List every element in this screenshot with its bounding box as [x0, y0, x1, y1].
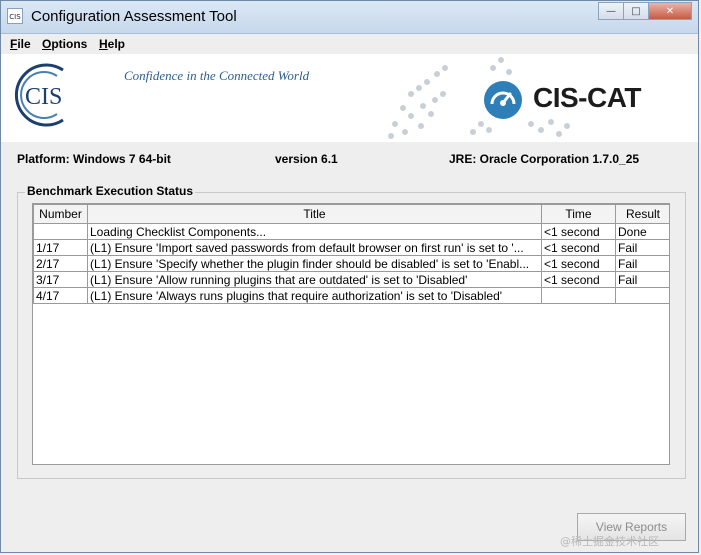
cell-result: Fail	[615, 239, 669, 256]
cis-logo: CIS	[14, 63, 64, 127]
jre-label: JRE: Oracle Corporation 1.7.0_25	[449, 152, 640, 166]
banner: CIS Confidence in the Connected World CI…	[1, 54, 698, 142]
cell-result: Fail	[615, 255, 669, 272]
menu-help-mnemonic: H	[99, 37, 108, 51]
column-header-result[interactable]: Result	[615, 204, 669, 224]
menu-help[interactable]: Help	[99, 37, 125, 51]
cell-title: (L1) Ensure 'Always runs plugins that re…	[87, 287, 542, 304]
watermark: @稀土掘金技术社区	[560, 535, 659, 548]
menu-help-label: elp	[107, 37, 126, 51]
menu-options-mnemonic: O	[42, 37, 52, 51]
cell-time: <1 second	[541, 271, 616, 288]
cell-time: <1 second	[541, 255, 616, 272]
menu-file-label: ile	[17, 37, 31, 51]
menu-file[interactable]: File	[10, 37, 31, 51]
column-header-title[interactable]: Title	[87, 204, 542, 224]
cell-number: 2/17	[33, 255, 88, 272]
table-row[interactable]: 2/17 (L1) Ensure 'Specify whether the pl…	[33, 255, 669, 272]
cis-logo-text: CIS	[25, 84, 62, 110]
cell-number	[33, 223, 88, 240]
app-icon: CIS	[7, 8, 23, 24]
tagline: Confidence in the Connected World	[124, 68, 310, 83]
cell-title: (L1) Ensure 'Allow running plugins that …	[87, 271, 542, 288]
cell-result: Done	[615, 223, 669, 240]
cell-title: Loading Checklist Components...	[87, 223, 542, 240]
maximize-button[interactable]: □	[623, 2, 649, 20]
minimize-icon: —	[606, 6, 616, 17]
version-label: version 6.1	[275, 152, 338, 166]
product-name: CIS-CAT	[533, 82, 641, 113]
menu-options[interactable]: Options	[42, 37, 87, 51]
ciscat-gauge-icon	[484, 81, 522, 119]
cell-number: 1/17	[33, 239, 88, 256]
window-title: Configuration Assessment Tool	[31, 8, 237, 25]
cell-title: (L1) Ensure 'Import saved passwords from…	[87, 239, 542, 256]
app-window: CIS Configuration Assessment Tool — □ ✕ …	[0, 0, 699, 553]
table-row[interactable]: 1/17 (L1) Ensure 'Import saved passwords…	[33, 239, 669, 256]
cell-result: Fail	[615, 271, 669, 288]
status-group-title: Benchmark Execution Status	[25, 184, 196, 198]
cell-title: (L1) Ensure 'Specify whether the plugin …	[87, 255, 542, 272]
table-row[interactable]: 3/17 (L1) Ensure 'Allow running plugins …	[33, 271, 669, 288]
close-button[interactable]: ✕	[648, 2, 692, 20]
cell-number: 4/17	[33, 287, 88, 304]
window-controls: — □ ✕	[598, 2, 692, 20]
table-row[interactable]: 4/17 (L1) Ensure 'Always runs plugins th…	[33, 287, 669, 304]
table-header-row: Number Title Time Result	[33, 204, 669, 224]
status-table[interactable]: Number Title Time Result Loading Checkli…	[32, 203, 670, 465]
cell-number: 3/17	[33, 271, 88, 288]
minimize-button[interactable]: —	[598, 2, 624, 20]
status-table-grid: Number Title Time Result Loading Checkli…	[33, 204, 669, 304]
cell-result	[615, 287, 669, 304]
cell-time: <1 second	[541, 223, 616, 240]
menu-bar: File Options Help	[1, 34, 698, 54]
cell-time	[541, 287, 616, 304]
table-row[interactable]: Loading Checklist Components... <1 secon…	[33, 223, 669, 240]
platform-label: Platform: Windows 7 64-bit	[17, 152, 171, 166]
menu-options-label: ptions	[51, 37, 88, 51]
title-bar[interactable]: CIS Configuration Assessment Tool — □ ✕	[1, 1, 698, 34]
column-header-time[interactable]: Time	[541, 204, 616, 224]
close-icon: ✕	[665, 6, 675, 17]
column-header-number[interactable]: Number	[33, 204, 88, 224]
cell-time: <1 second	[541, 239, 616, 256]
maximize-icon: □	[631, 6, 641, 17]
